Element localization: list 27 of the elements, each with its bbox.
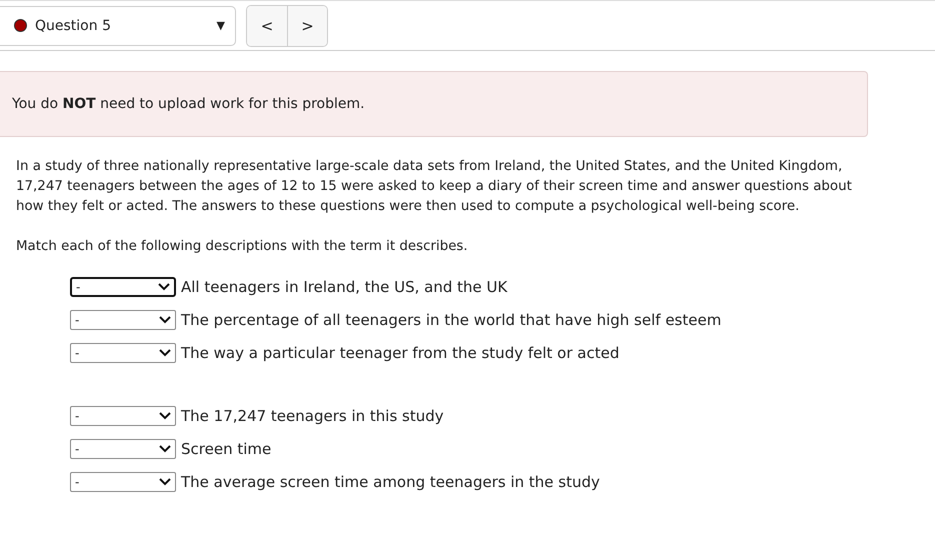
- chevron-icon: [158, 283, 170, 291]
- chevron-icon: [159, 349, 171, 357]
- term-dropdown[interactable]: -: [70, 406, 176, 426]
- description-text: Screen time: [181, 440, 272, 458]
- description-text: All teenagers in Ireland, the US, and the UK: [181, 278, 508, 296]
- description-text: The 17,247 teenagers in this study: [181, 407, 444, 425]
- question-dropdown[interactable]: Question 5 ▼: [0, 6, 236, 46]
- caret-icon: ▼: [216, 19, 225, 32]
- description-text: The percentage of all teenagers in the world that have high self esteem: [181, 311, 722, 329]
- chevron-icon: [159, 316, 171, 324]
- description-text: The way a particular teenager from the study felt or acted: [181, 344, 620, 362]
- chevron-icon: [159, 412, 171, 420]
- notice-banner: You do NOT need to upload work for this problem.: [0, 71, 868, 137]
- term-dropdown[interactable]: -: [70, 472, 176, 492]
- next-button[interactable]: >: [287, 6, 327, 46]
- previous-button[interactable]: <: [247, 6, 287, 46]
- term-dropdown[interactable]: -: [70, 310, 176, 330]
- paragraph: Match each of the following descriptions with the term it describes.: [16, 238, 469, 256]
- question-label: Question 5: [35, 18, 112, 34]
- chevron-icon: [159, 445, 171, 453]
- status-dot-icon: [14, 19, 27, 32]
- paragraph: In a study of three nationally representative large-scale data sets from Ireland, the United States, and the United Kingdom, 17,247 teenagers between the ages of 12 to 15 were asked to keep a diary of their screen time and answer questions about how they felt or acted. The answers to these questions were then used to compute a psychological well-being score.: [16, 158, 853, 216]
- description-text: The average screen time among teenagers in the study: [181, 473, 600, 491]
- term-dropdown[interactable]: -: [70, 277, 176, 297]
- term-dropdown[interactable]: -: [70, 439, 176, 459]
- chevron-icon: [159, 478, 171, 486]
- term-dropdown[interactable]: -: [70, 343, 176, 363]
